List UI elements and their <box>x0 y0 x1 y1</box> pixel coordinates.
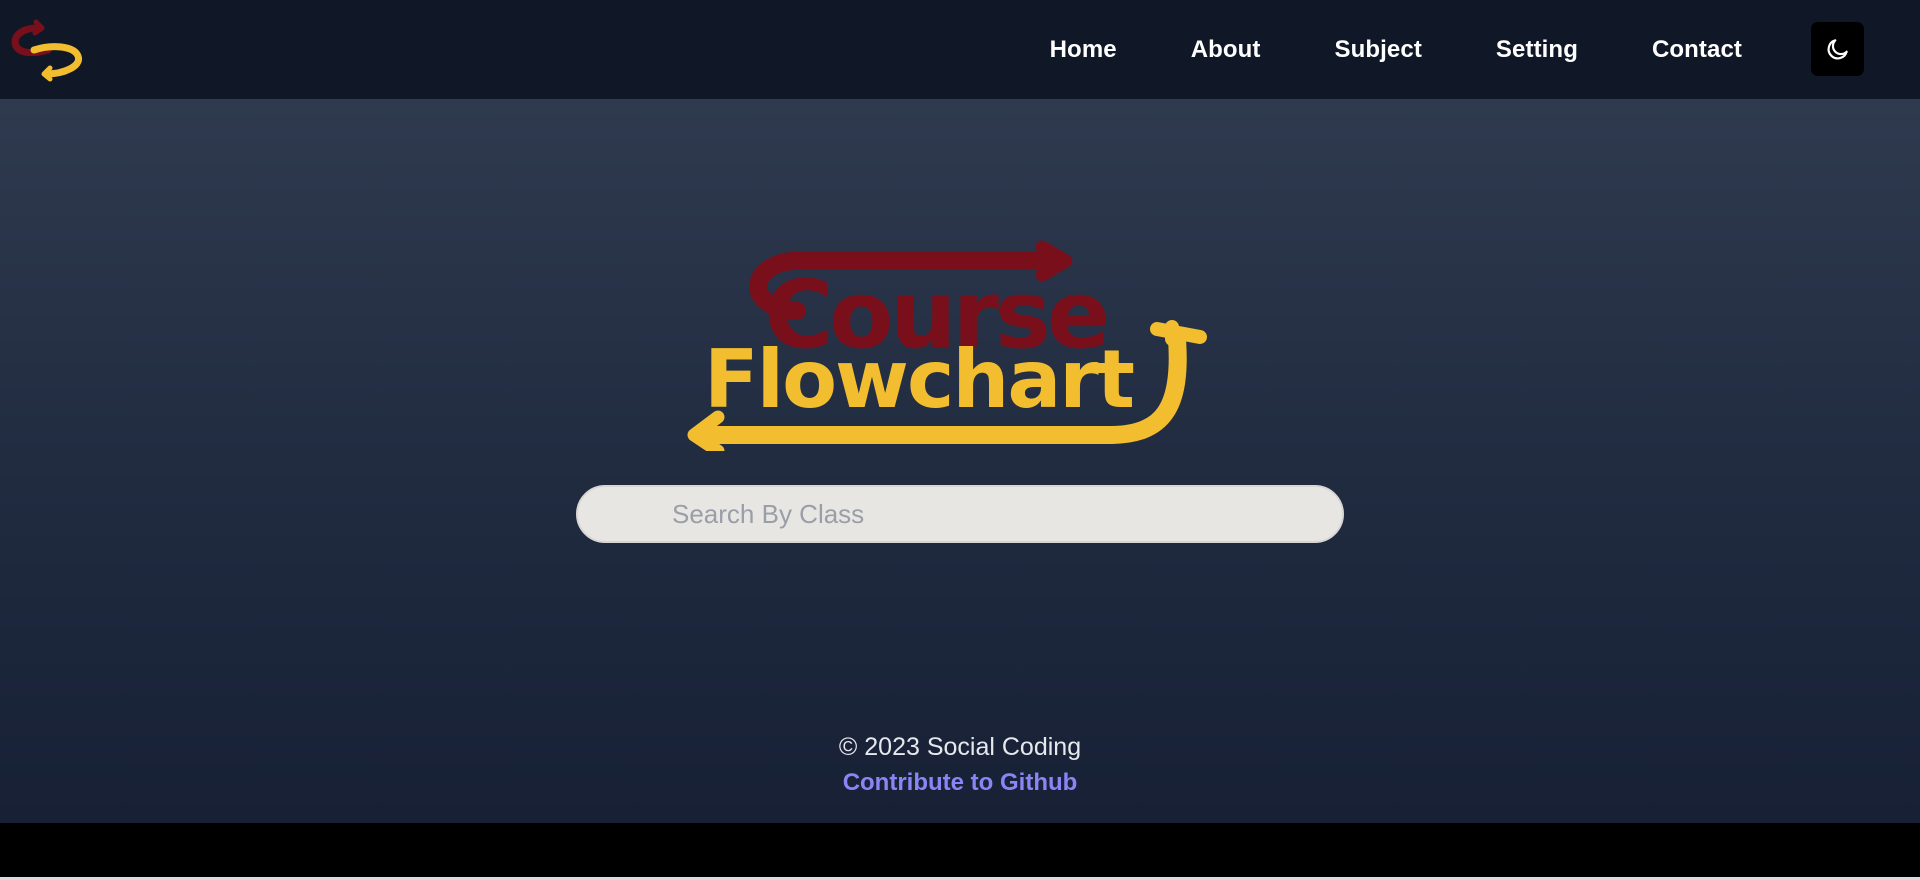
course-flowchart-logo: Course Flowchart <box>687 240 1207 451</box>
copyright-text: © 2023 Social Coding <box>838 733 1082 761</box>
nav-link-home[interactable]: Home <box>1050 36 1117 64</box>
navbar: Home About Subject Setting Contact <box>0 0 1920 99</box>
main-nav: Home About Subject Setting Contact <box>1050 0 1742 99</box>
theme-toggle-button[interactable] <box>1811 22 1864 76</box>
nav-link-setting[interactable]: Setting <box>1496 36 1578 64</box>
github-contribute-link[interactable]: Contribute to Github <box>843 766 1078 800</box>
moon-icon <box>1827 39 1848 60</box>
search-input[interactable] <box>576 485 1344 543</box>
site-logo-icon[interactable] <box>8 16 90 82</box>
main-content: Course Flowchart <box>0 99 1920 823</box>
nav-link-about[interactable]: About <box>1191 36 1261 64</box>
search-container <box>576 485 1344 543</box>
bottom-bar <box>0 823 1920 877</box>
nav-link-subject[interactable]: Subject <box>1335 36 1422 64</box>
logo-text-flowchart: Flowchart <box>704 333 1134 426</box>
nav-link-contact[interactable]: Contact <box>1652 36 1742 64</box>
footer: © 2023 Social Coding Contribute to Githu… <box>0 730 1920 800</box>
page: Home About Subject Setting Contact Cours… <box>0 0 1920 880</box>
